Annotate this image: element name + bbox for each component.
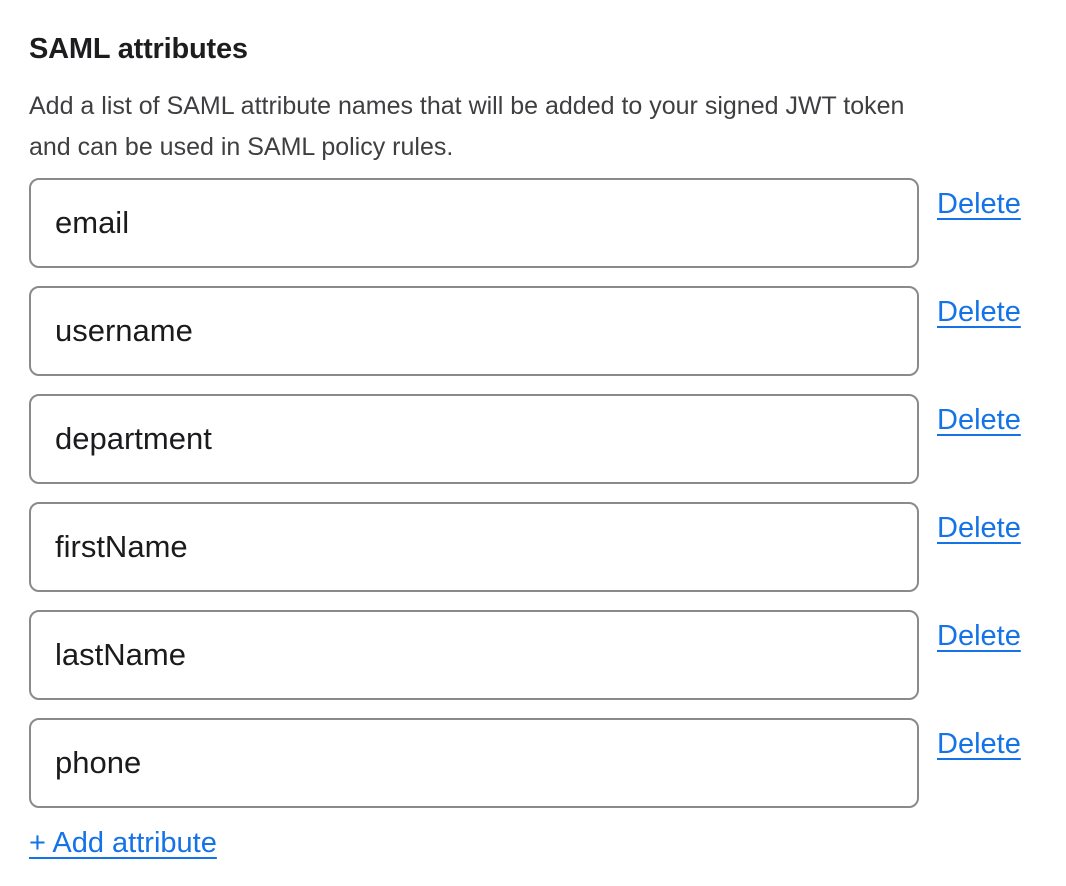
page-title: SAML attributes (29, 32, 1026, 66)
add-attribute-row: + Add attribute (29, 826, 1026, 861)
delete-attribute-link[interactable]: Delete (937, 403, 1021, 438)
section-description: Add a list of SAML attribute names that … (29, 86, 1026, 168)
attribute-row: Delete (29, 502, 1026, 592)
saml-attribute-input-lastname[interactable] (29, 610, 919, 700)
delete-attribute-link[interactable]: Delete (937, 511, 1021, 546)
attribute-row: Delete (29, 718, 1026, 808)
description-line-2: and can be used in SAML policy rules. (29, 127, 1026, 168)
saml-attribute-input-phone[interactable] (29, 718, 919, 808)
saml-attribute-input-username[interactable] (29, 286, 919, 376)
delete-attribute-link[interactable]: Delete (937, 187, 1021, 222)
add-attribute-link[interactable]: + Add attribute (29, 826, 217, 861)
saml-attribute-input-email[interactable] (29, 178, 919, 268)
attribute-row: Delete (29, 394, 1026, 484)
delete-attribute-link[interactable]: Delete (937, 295, 1021, 330)
attribute-row: Delete (29, 610, 1026, 700)
saml-attribute-input-department[interactable] (29, 394, 919, 484)
description-line-1: Add a list of SAML attribute names that … (29, 86, 1026, 127)
saml-attributes-section: SAML attributes Add a list of SAML attri… (29, 32, 1026, 861)
saml-attribute-input-firstname[interactable] (29, 502, 919, 592)
attribute-row: Delete (29, 286, 1026, 376)
delete-attribute-link[interactable]: Delete (937, 619, 1021, 654)
attribute-row: Delete (29, 178, 1026, 268)
delete-attribute-link[interactable]: Delete (937, 727, 1021, 762)
